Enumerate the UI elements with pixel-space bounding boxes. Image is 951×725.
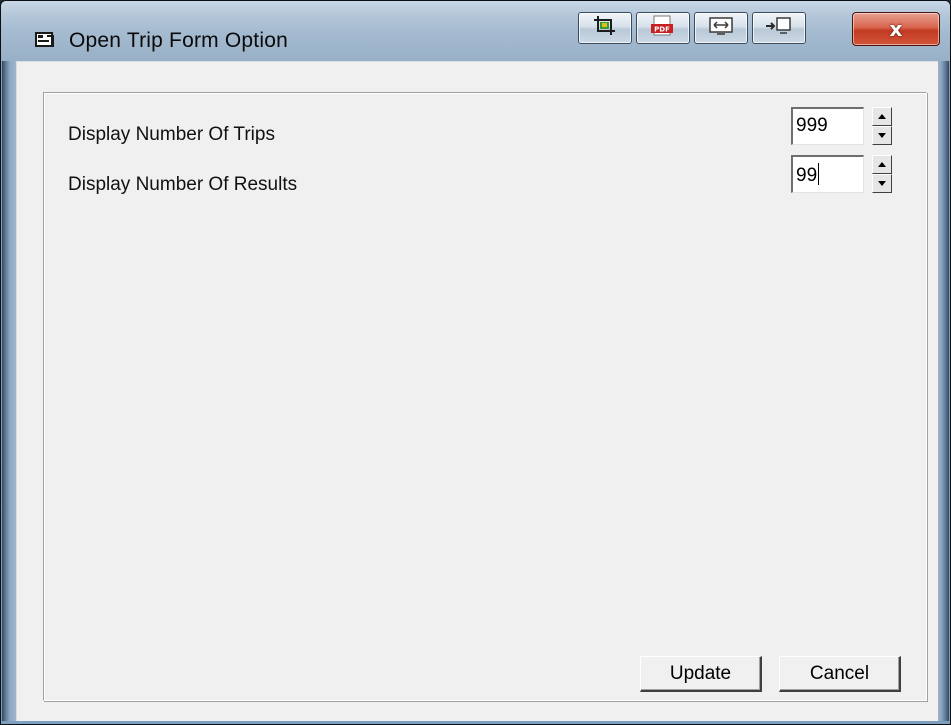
pdf-icon-text: PDF — [654, 26, 670, 34]
crop-button[interactable] — [578, 12, 632, 44]
results-value: 99 — [796, 165, 818, 186]
trips-spinner: 999 — [791, 107, 892, 145]
arrow-up-icon — [878, 114, 886, 119]
close-button[interactable]: x — [852, 12, 940, 46]
cancel-button[interactable]: Cancel — [779, 656, 901, 692]
fit-screen-icon — [708, 16, 734, 40]
caption-toolbar: PDF — [578, 12, 813, 46]
update-button[interactable]: Update — [640, 656, 762, 692]
trips-label: Display Number Of Trips — [68, 124, 275, 145]
options-panel: Display Number Of Trips 999 Display Numb… — [43, 92, 927, 701]
trips-spin-down-button[interactable] — [872, 126, 892, 145]
trips-input[interactable]: 999 — [791, 107, 864, 145]
results-spin-buttons — [872, 155, 892, 193]
pdf-button[interactable]: PDF — [636, 12, 690, 44]
dialog-window: Open Trip Form Option PDF x Display Numb… — [0, 0, 951, 725]
results-spinner: 99 — [791, 155, 892, 193]
results-spin-up-button[interactable] — [872, 155, 892, 174]
window-frame-left — [2, 61, 16, 721]
arrow-down-icon — [878, 133, 886, 138]
fit-screen-button[interactable] — [694, 12, 748, 44]
form-icon — [35, 31, 55, 49]
text-caret — [818, 163, 820, 185]
pdf-icon: PDF — [650, 15, 676, 41]
close-icon: x — [889, 17, 903, 41]
present-button[interactable] — [752, 12, 806, 44]
results-input[interactable]: 99 — [791, 155, 864, 193]
results-spin-down-button[interactable] — [872, 174, 892, 193]
window-frame-right — [937, 61, 949, 721]
results-label: Display Number Of Results — [68, 174, 298, 195]
dialog-body: Display Number Of Trips 999 Display Numb… — [16, 61, 938, 721]
present-icon — [765, 16, 793, 40]
trips-spin-up-button[interactable] — [872, 107, 892, 126]
title-bar[interactable]: Open Trip Form Option PDF x — [1, 1, 950, 61]
trips-value: 999 — [796, 115, 828, 136]
arrow-down-icon — [878, 181, 886, 186]
trips-spin-buttons — [872, 107, 892, 145]
arrow-up-icon — [878, 162, 886, 167]
window-title: Open Trip Form Option — [69, 29, 288, 52]
crop-icon — [593, 15, 617, 41]
